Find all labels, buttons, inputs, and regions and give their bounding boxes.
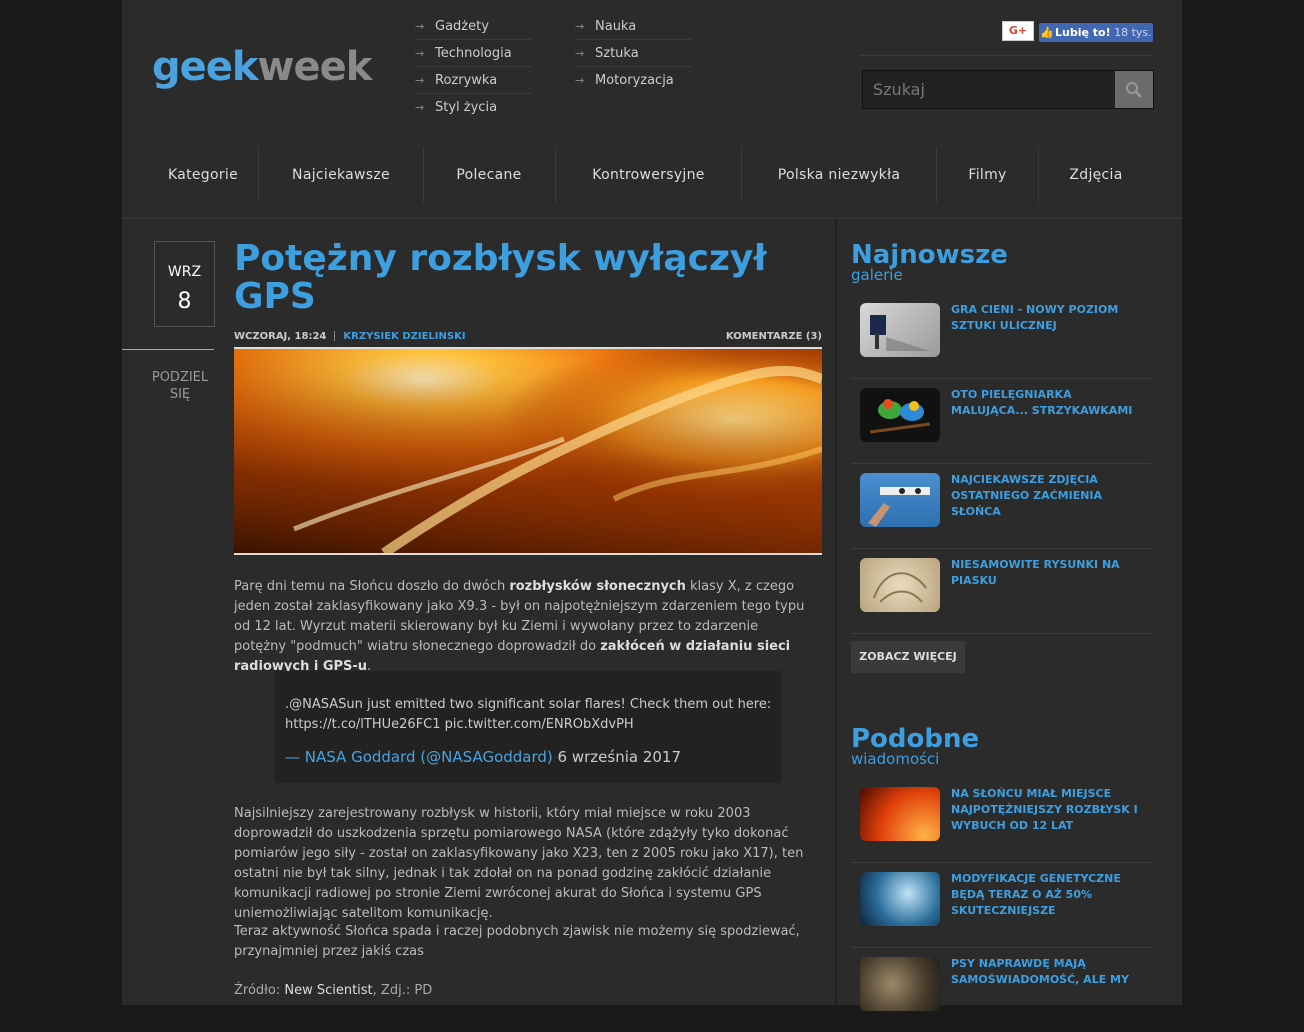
top-nav-item[interactable]: → Styl życia bbox=[415, 95, 531, 120]
date-day: 8 bbox=[177, 289, 192, 314]
share-button[interactable]: PODZIEL SIĘ bbox=[122, 369, 238, 403]
top-nav-item[interactable]: → Technologia bbox=[415, 41, 531, 67]
tweet-date-link[interactable]: 6 września 2017 bbox=[553, 748, 681, 766]
arrow-right-icon: → bbox=[415, 101, 425, 114]
logo-geek: geek bbox=[152, 44, 258, 90]
divider bbox=[122, 349, 214, 350]
nav-polska-niezwykla[interactable]: Polska niezwykła bbox=[742, 145, 936, 205]
arrow-right-icon: → bbox=[575, 74, 585, 87]
tweet-text: .@NASASun just emitted two significant s… bbox=[285, 697, 772, 732]
parrots-image bbox=[869, 399, 931, 434]
arrow-right-icon: → bbox=[575, 47, 585, 60]
top-nav-item[interactable]: → Gadżety bbox=[415, 14, 531, 40]
article-author-link[interactable]: KRZYSIEK DZIELINSKI bbox=[343, 331, 465, 342]
nav-zdjecia[interactable]: Zdjęcia bbox=[1039, 145, 1153, 205]
page: geekweek → Gadżety → Technologia → Rozrywka… bbox=[122, 0, 1182, 1011]
divider bbox=[334, 331, 336, 341]
article-meta: WCZORAJ, 18:24 KRZYSIEK DZIELINSKI KOMENT… bbox=[234, 331, 822, 342]
nav-filmy[interactable]: Filmy bbox=[937, 145, 1038, 205]
tweet-attribution: — NASA Goddard (@NASAGoddard) 6 września… bbox=[285, 748, 681, 766]
gallery-thumbnail bbox=[860, 473, 940, 527]
see-more-button[interactable]: ZOBACZ WIĘCEJ bbox=[851, 641, 965, 673]
list-item[interactable]: OTO PIELĘGNIARKA MALUJĄCA... STRZYKAWKAM… bbox=[851, 379, 1151, 464]
top-nav-item[interactable]: → Nauka bbox=[575, 14, 691, 40]
thumbs-up-icon: 👍 bbox=[1040, 26, 1054, 39]
main-nav: Kategorie Najciekawsze Polecane Kontrowe… bbox=[122, 145, 1182, 205]
arrow-right-icon: → bbox=[575, 20, 585, 33]
news-thumbnail bbox=[860, 787, 940, 841]
top-nav-item[interactable]: → Motoryzacja bbox=[575, 68, 691, 93]
sand-drawing-image bbox=[873, 572, 927, 603]
article-paragraph: Teraz aktywność Słońca spada i raczej po… bbox=[234, 924, 800, 959]
top-nav-item[interactable]: → Sztuka bbox=[575, 41, 691, 67]
logo-week: week bbox=[257, 44, 373, 90]
search-input[interactable] bbox=[863, 71, 1113, 108]
list-item[interactable]: NA SŁOŃCU MIAŁ MIEJSCE NAJPOTĘŻNIEJSZY R… bbox=[851, 778, 1151, 863]
list-item[interactable]: MODYFIKACJE GENETYCZNE BĘDĄ TERAZ O AŻ 5… bbox=[851, 863, 1151, 948]
comments-link[interactable]: KOMENTARZE (3) bbox=[726, 331, 822, 342]
article-date-box: WRZ 8 bbox=[154, 241, 215, 327]
list-item[interactable]: GRA CIENI - NOWY POZIOM SZTUKI ULICZNEJ bbox=[851, 294, 1151, 379]
article-paragraph: Najsilniejszy zarejestrowany rozbłysk w … bbox=[234, 806, 804, 921]
header-divider bbox=[122, 218, 1182, 219]
article-source: Źródło: New Scientist, Zdj.: PD bbox=[234, 983, 433, 998]
nav-polecane[interactable]: Polecane bbox=[424, 145, 554, 205]
nav-kategorie[interactable]: Kategorie bbox=[148, 145, 258, 205]
tweet-author-link[interactable]: — NASA Goddard (@NASAGoddard) bbox=[285, 748, 553, 766]
nav-najciekawsze[interactable]: Najciekawsze bbox=[259, 145, 423, 205]
date-month: WRZ bbox=[167, 264, 202, 280]
facebook-like-button[interactable]: 👍Lubię to! 18 tys. bbox=[1039, 23, 1153, 42]
latest-galleries-heading: Najnowsze galerie bbox=[851, 240, 1008, 284]
nav-kontrowersyjne[interactable]: Kontrowersyjne bbox=[556, 145, 741, 205]
tweet-link[interactable]: https://t.co/lTHUe26FC1 bbox=[285, 717, 441, 732]
eclipse-glasses-image bbox=[868, 487, 930, 527]
article-title: Potężny rozbłysk wyłączył GPS bbox=[234, 238, 767, 317]
search-box bbox=[862, 70, 1154, 109]
list-item[interactable]: NAJCIEKAWSZE ZDJĘCIA OSTATNIEGO ZAĆMIENI… bbox=[851, 464, 1151, 549]
column-divider bbox=[835, 219, 837, 1005]
list-item[interactable]: NIESAMOWITE RYSUNKI NA PIASKU bbox=[851, 549, 1151, 634]
top-nav-col-2: → Nauka → Sztuka → Motoryzacja bbox=[575, 14, 691, 94]
source-link[interactable]: New Scientist bbox=[284, 983, 372, 998]
site-logo[interactable]: geekweek bbox=[152, 44, 373, 90]
article-hero-image bbox=[234, 347, 822, 555]
top-nav-col-1: → Gadżety → Technologia → Rozrywka → Styl ży… bbox=[415, 14, 531, 121]
news-thumbnail bbox=[860, 957, 940, 1011]
divider bbox=[860, 55, 1152, 56]
arrow-right-icon: → bbox=[415, 20, 425, 33]
mailbox-image bbox=[870, 315, 930, 351]
list-item[interactable]: PSY NAPRAWDĘ MAJĄ SAMOŚWIADOMOŚĆ, ALE MY bbox=[851, 948, 1151, 1032]
gallery-thumbnail bbox=[860, 303, 940, 357]
embedded-tweet: .@NASASun just emitted two significant s… bbox=[275, 671, 781, 783]
solar-flare-image bbox=[234, 349, 822, 553]
arrow-right-icon: → bbox=[415, 47, 425, 60]
tweet-pic-link[interactable]: pic.twitter.com/ENRObXdvPH bbox=[441, 717, 634, 732]
news-thumbnail bbox=[860, 872, 940, 926]
similar-news-heading: Podobne wiadomości bbox=[851, 724, 980, 768]
article-paragraph: Parę dni temu na Słońcu doszło do dwóch … bbox=[234, 579, 805, 674]
google-plus-button[interactable]: G+ bbox=[1002, 21, 1034, 41]
arrow-right-icon: → bbox=[415, 74, 425, 87]
search-icon bbox=[1126, 82, 1142, 98]
article-time: WCZORAJ, 18:24 bbox=[234, 331, 327, 342]
search-button[interactable] bbox=[1115, 71, 1153, 108]
tweet-mention-link[interactable]: @NASASun bbox=[289, 697, 363, 712]
gallery-thumbnail bbox=[860, 558, 940, 612]
top-nav-item[interactable]: → Rozrywka bbox=[415, 68, 531, 94]
gallery-thumbnail bbox=[860, 388, 940, 442]
